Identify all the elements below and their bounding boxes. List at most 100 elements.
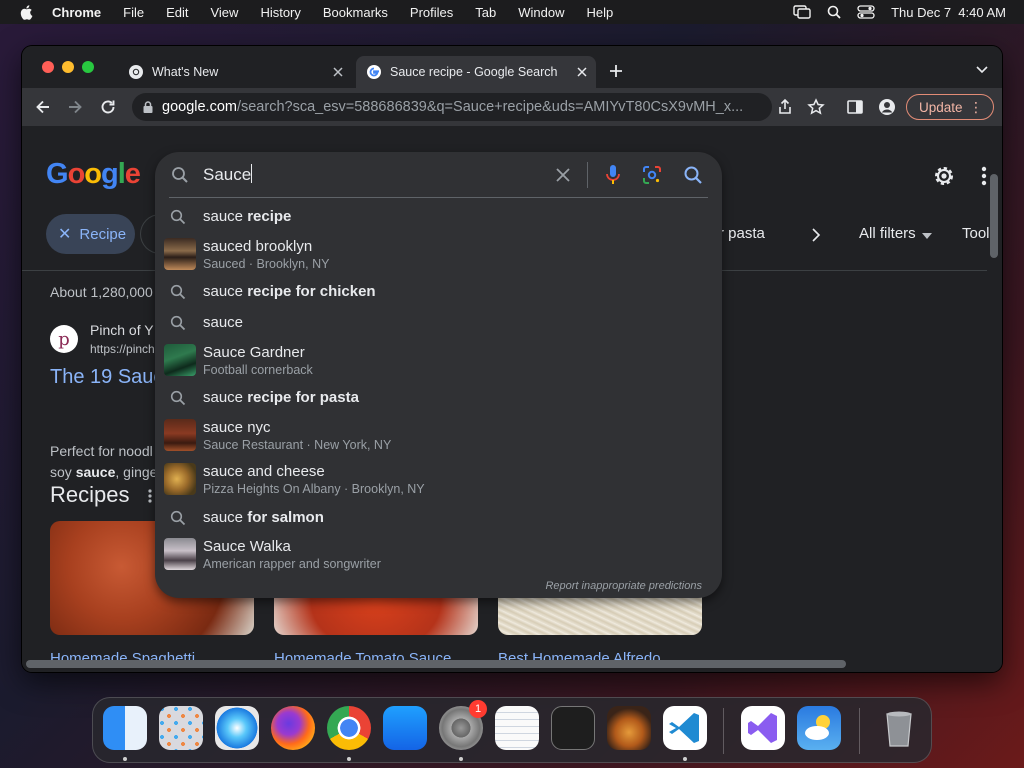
address-bar[interactable]: google.com /search?sca_esv=588686839&q=S… xyxy=(132,93,772,121)
suggestion-text: sauce for salmon xyxy=(203,509,324,526)
result-snippet-line1: Perfect for noodl xyxy=(50,443,153,459)
new-tab-plus-icon[interactable] xyxy=(608,63,624,79)
suggestion-text: Sauce Walka xyxy=(203,538,291,555)
google-lens-icon[interactable] xyxy=(642,165,662,185)
filter-chip-pasta[interactable]: r pasta xyxy=(719,225,765,242)
menu-window[interactable]: Window xyxy=(518,5,564,20)
control-center-icon[interactable] xyxy=(857,5,875,19)
suggestion-text: sauced brooklyn xyxy=(203,238,313,255)
chrome-icon[interactable] xyxy=(327,706,371,750)
suggestion-item[interactable]: Sauce Gardner Football cornerback xyxy=(155,340,722,380)
filter-chip-recipe[interactable]: ✕ Recipe xyxy=(46,214,135,254)
share-icon[interactable] xyxy=(776,98,794,116)
google-favicon-icon xyxy=(367,65,381,79)
suggestion-item[interactable]: sauce for salmon xyxy=(155,503,722,533)
textedit-icon[interactable] xyxy=(495,706,539,750)
close-window-button[interactable] xyxy=(42,61,54,73)
site-favicon: p xyxy=(50,325,78,353)
vertical-scrollbar[interactable] xyxy=(990,174,998,258)
suggestion-prefix: sauce xyxy=(203,389,248,406)
tab-sauce-recipe[interactable]: Sauce recipe - Google Search xyxy=(356,56,596,88)
suggestion-thumbnail xyxy=(164,344,196,376)
suggestion-subtitle: Football cornerback xyxy=(203,363,313,377)
close-tab-icon[interactable] xyxy=(576,66,588,78)
menu-help[interactable]: Help xyxy=(587,5,614,20)
report-predictions-link[interactable]: Report inappropriate predictions xyxy=(545,580,702,592)
site-info-lock-icon[interactable] xyxy=(142,100,154,114)
suggestion-item[interactable]: sauce recipe xyxy=(155,202,722,232)
suggestion-item[interactable]: sauce recipe for pasta xyxy=(155,383,722,413)
clear-search-x-icon[interactable] xyxy=(555,167,571,183)
vscode-icon[interactable] xyxy=(663,706,707,750)
garageband-icon[interactable] xyxy=(607,706,651,750)
back-arrow-icon[interactable] xyxy=(34,98,52,116)
settings-gear-icon[interactable] xyxy=(932,164,956,188)
search-box[interactable]: Sauce xyxy=(155,152,722,198)
search-input[interactable]: Sauce xyxy=(203,164,253,185)
chrome-menu-kebab-icon[interactable]: ⋮ xyxy=(969,99,983,115)
terminal-icon[interactable] xyxy=(551,706,595,750)
launchpad-icon[interactable] xyxy=(159,706,203,750)
minimize-window-button[interactable] xyxy=(62,61,74,73)
visual-studio-icon[interactable] xyxy=(741,706,785,750)
menu-app-name[interactable]: Chrome xyxy=(52,5,101,20)
suggestion-thumbnail xyxy=(164,463,196,495)
forward-arrow-icon[interactable] xyxy=(66,98,84,116)
logo-letter: l xyxy=(117,158,126,190)
firefox-icon[interactable] xyxy=(271,706,315,750)
bookmark-star-icon[interactable] xyxy=(807,98,825,116)
menu-view[interactable]: View xyxy=(210,5,238,20)
suggestion-item[interactable]: sauced brooklyn Sauced · Brooklyn, NY xyxy=(155,234,722,274)
spotlight-search-icon[interactable] xyxy=(827,5,841,19)
profile-avatar-icon[interactable] xyxy=(878,98,896,116)
logo-letter: o xyxy=(67,158,86,190)
suggestion-text: Sauce Gardner xyxy=(203,344,305,361)
side-panel-icon[interactable] xyxy=(846,98,864,116)
cloud-sun-icon xyxy=(805,715,830,740)
suggestion-item[interactable]: Sauce Walka American rapper and songwrit… xyxy=(155,534,722,574)
result-site-url[interactable]: https://pinch xyxy=(90,342,155,356)
safari-icon[interactable] xyxy=(215,706,259,750)
suggestion-thumbnail xyxy=(164,419,196,451)
menu-history[interactable]: History xyxy=(260,5,300,20)
suggestion-item[interactable]: sauce and cheese Pizza Heights On Albany… xyxy=(155,459,722,499)
voice-search-mic-icon[interactable] xyxy=(605,164,621,186)
trash-icon[interactable] xyxy=(877,706,921,750)
menu-profiles[interactable]: Profiles xyxy=(410,5,453,20)
running-indicator xyxy=(347,757,351,761)
app-store-icon[interactable] xyxy=(383,706,427,750)
search-suggestions-dropdown: Sauce sauce recipe sauced brooklyn Sauce… xyxy=(155,152,722,598)
menubar-clock[interactable]: Thu Dec 7 4:40 AM xyxy=(891,5,1006,20)
remove-chip-x-icon[interactable]: ✕ xyxy=(58,224,71,244)
google-apps-kebab-icon[interactable] xyxy=(980,164,988,188)
tools-button[interactable]: Tool xyxy=(962,225,990,242)
chrome-favicon-icon xyxy=(129,65,143,79)
all-filters-button[interactable]: All filters xyxy=(859,225,916,242)
chevron-right-icon[interactable] xyxy=(810,228,822,242)
horizontal-scrollbar[interactable] xyxy=(26,660,846,668)
recipes-more-kebab-icon[interactable] xyxy=(148,488,152,504)
finder-icon[interactable] xyxy=(103,706,147,750)
suggestion-item[interactable]: sauce nyc Sauce Restaurant · New York, N… xyxy=(155,415,722,455)
search-submit-icon[interactable] xyxy=(683,165,703,185)
menu-tab[interactable]: Tab xyxy=(475,5,496,20)
suggestion-item[interactable]: sauce recipe for chicken xyxy=(155,277,722,307)
menu-edit[interactable]: Edit xyxy=(166,5,188,20)
weather-icon[interactable] xyxy=(797,706,841,750)
tab-search-chevron-icon[interactable] xyxy=(976,65,988,75)
reload-icon[interactable] xyxy=(99,98,117,116)
update-chrome-button[interactable]: Update ⋮ xyxy=(906,94,994,120)
result-site-name[interactable]: Pinch of Y xyxy=(90,322,154,338)
menu-file[interactable]: File xyxy=(123,5,144,20)
google-logo[interactable]: Google xyxy=(46,158,141,191)
tab-whats-new[interactable]: What's New xyxy=(120,56,352,88)
close-tab-icon[interactable] xyxy=(332,66,344,78)
menu-bookmarks[interactable]: Bookmarks xyxy=(323,5,388,20)
screen-mirroring-icon[interactable] xyxy=(793,5,811,19)
suggestion-item[interactable]: sauce xyxy=(155,308,722,338)
suggestion-prefix: sauce xyxy=(203,208,248,225)
zoom-window-button[interactable] xyxy=(82,61,94,73)
apple-menu-icon[interactable] xyxy=(18,3,36,21)
result-title-link[interactable]: The 19 Sauc xyxy=(50,366,163,389)
macos-dock: 1 xyxy=(92,697,932,763)
